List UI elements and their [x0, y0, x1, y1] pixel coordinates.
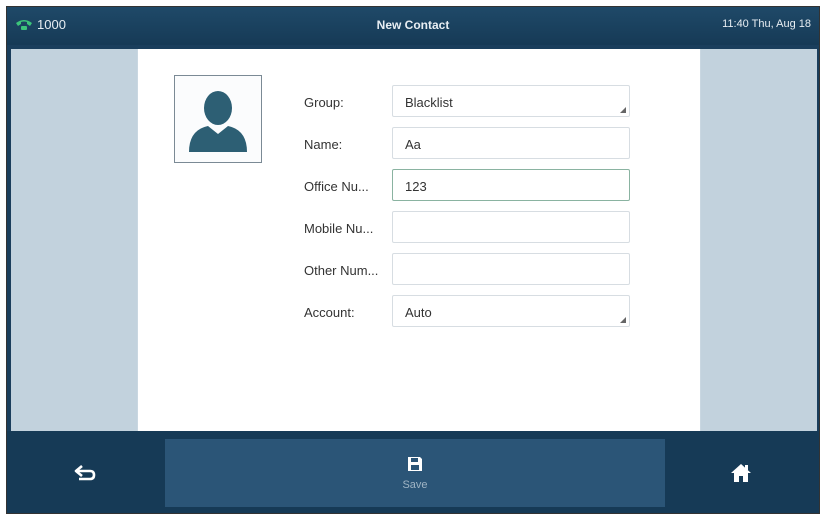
contact-avatar-icon: [189, 91, 247, 152]
account-row: Account: Auto: [304, 295, 634, 329]
account-value: Auto: [405, 305, 432, 320]
softkey-bar: Save: [7, 431, 819, 513]
back-icon: [74, 465, 96, 481]
account-label: Account:: [304, 305, 355, 320]
contact-form: Group: Blacklist Name: Aa Office Nu... 1…: [138, 49, 700, 431]
page-title: New Contact: [376, 18, 450, 32]
phone-screen: 1000 New Contact 11:40 Thu, Aug 18 Group…: [6, 6, 820, 514]
home-icon: [731, 464, 751, 482]
group-row: Group: Blacklist: [304, 85, 634, 119]
other-number-input[interactable]: [392, 253, 630, 285]
status-bar: 1000 New Contact 11:40 Thu, Aug 18: [7, 7, 819, 45]
content-area: Group: Blacklist Name: Aa Office Nu... 1…: [11, 49, 817, 431]
name-label: Name:: [304, 137, 343, 152]
other-number-row: Other Num...: [304, 253, 634, 287]
name-row: Name: Aa: [304, 127, 634, 161]
name-value: Aa: [405, 137, 421, 152]
mobile-number-row: Mobile Nu...: [304, 211, 634, 245]
clock: 11:40 Thu, Aug 18: [722, 18, 811, 30]
home-button[interactable]: [711, 451, 771, 495]
contact-photo[interactable]: [174, 75, 262, 163]
mobile-number-input[interactable]: [392, 211, 630, 243]
other-number-label: Other Num...: [304, 263, 379, 278]
dropdown-indicator-icon: [620, 317, 626, 323]
office-number-value: 123: [405, 179, 427, 194]
dropdown-indicator-icon: [620, 107, 626, 113]
right-margin: [701, 49, 817, 431]
save-label: Save: [402, 479, 428, 491]
mobile-number-label: Mobile Nu...: [304, 221, 374, 236]
group-select[interactable]: Blacklist: [392, 85, 630, 117]
name-input[interactable]: Aa: [392, 127, 630, 159]
office-number-row: Office Nu... 123: [304, 169, 634, 203]
group-value: Blacklist: [405, 95, 453, 110]
left-margin: [11, 49, 137, 431]
group-label: Group:: [304, 95, 344, 110]
back-button[interactable]: [55, 451, 115, 495]
office-number-input[interactable]: 123: [392, 169, 630, 201]
account-select[interactable]: Auto: [392, 295, 630, 327]
floppy-disk-icon: [408, 457, 422, 471]
office-number-label: Office Nu...: [304, 179, 369, 194]
save-button[interactable]: Save: [165, 439, 665, 507]
